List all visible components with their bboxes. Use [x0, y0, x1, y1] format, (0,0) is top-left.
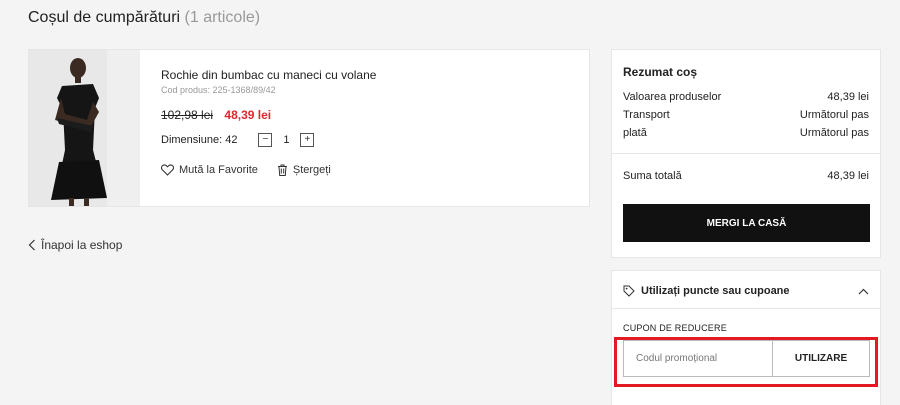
chevron-left-icon	[28, 239, 35, 251]
delete-item-label: Ștergeți	[292, 164, 331, 176]
chevron-up-icon	[858, 288, 869, 294]
summary-total-value: 48,39 lei	[827, 170, 869, 182]
item-actions: Mută la Favorite Ștergeți	[161, 164, 579, 176]
move-to-favorites-button[interactable]: Mută la Favorite	[161, 164, 258, 176]
page-title-text: Coșul de cumpărături	[28, 9, 181, 26]
back-to-eshop-link[interactable]: Înapoi la eshop	[28, 238, 122, 252]
trash-icon	[277, 164, 287, 176]
quantity-decrease-button[interactable]: −	[258, 133, 273, 147]
coupon-header-label: Utilizați puncte sau cupoane	[641, 285, 790, 297]
checkout-button[interactable]: MERGI LA CASĂ	[623, 204, 870, 242]
cart-item: Rochie din bumbac cu maneci cu volane Co…	[28, 49, 590, 207]
order-summary: Rezumat coș Valoarea produselor 48,39 le…	[611, 49, 881, 258]
back-to-eshop-label: Înapoi la eshop	[41, 238, 123, 252]
coupon-divider	[612, 308, 880, 309]
product-name[interactable]: Rochie din bumbac cu maneci cu volane	[161, 68, 579, 82]
size-label: Dimensiune: 42	[161, 134, 238, 146]
summary-row-label: Valoarea produselor	[623, 91, 722, 103]
coupon-form: UTILIZARE	[623, 340, 870, 377]
page-title: Coșul de cumpărături (1 articole)	[28, 9, 260, 27]
summary-divider	[612, 153, 880, 154]
apply-coupon-button[interactable]: UTILIZARE	[772, 341, 869, 376]
price-old: 102,98 lei	[161, 108, 214, 122]
summary-row-label: plată	[623, 127, 647, 139]
coupon-field-label: CUPON DE REDUCERE	[623, 323, 727, 333]
summary-row-value: 48,39 lei	[827, 91, 869, 103]
delete-item-button[interactable]: Ștergeți	[277, 164, 331, 176]
summary-total-label: Suma totală	[623, 170, 682, 182]
heart-icon	[161, 164, 174, 176]
move-to-favorites-label: Mută la Favorite	[179, 164, 258, 176]
quantity-increase-button[interactable]: +	[300, 133, 315, 147]
tag-icon	[623, 285, 635, 297]
dress-model-photo-icon	[29, 50, 140, 206]
quantity-value: 1	[283, 134, 290, 146]
summary-row-label: Transport	[623, 109, 670, 121]
coupon-panel: Utilizați puncte sau cupoane CUPON DE RE…	[611, 270, 881, 405]
promo-code-input[interactable]	[624, 341, 772, 376]
summary-title: Rezumat coș	[623, 65, 698, 79]
summary-row-payment: plată Următorul pas	[623, 127, 869, 139]
summary-row-transport: Transport Următorul pas	[623, 109, 869, 121]
summary-row-value: Următorul pas	[799, 109, 869, 121]
item-count: (1 articole)	[184, 9, 261, 26]
summary-row-products: Valoarea produselor 48,39 lei	[623, 91, 869, 103]
coupon-toggle[interactable]: Utilizați puncte sau cupoane	[623, 285, 869, 297]
summary-total-row: Suma totală 48,39 lei	[623, 170, 869, 182]
product-image[interactable]	[29, 50, 140, 206]
size-quantity-row: Dimensiune: 42 − 1 +	[161, 133, 579, 147]
summary-row-value: Următorul pas	[799, 127, 869, 139]
price-row: 102,98 lei 48,39 lei	[161, 108, 579, 122]
product-code: Cod produs: 225-1368/89/42	[161, 85, 276, 95]
price-new: 48,39 lei	[224, 108, 272, 122]
